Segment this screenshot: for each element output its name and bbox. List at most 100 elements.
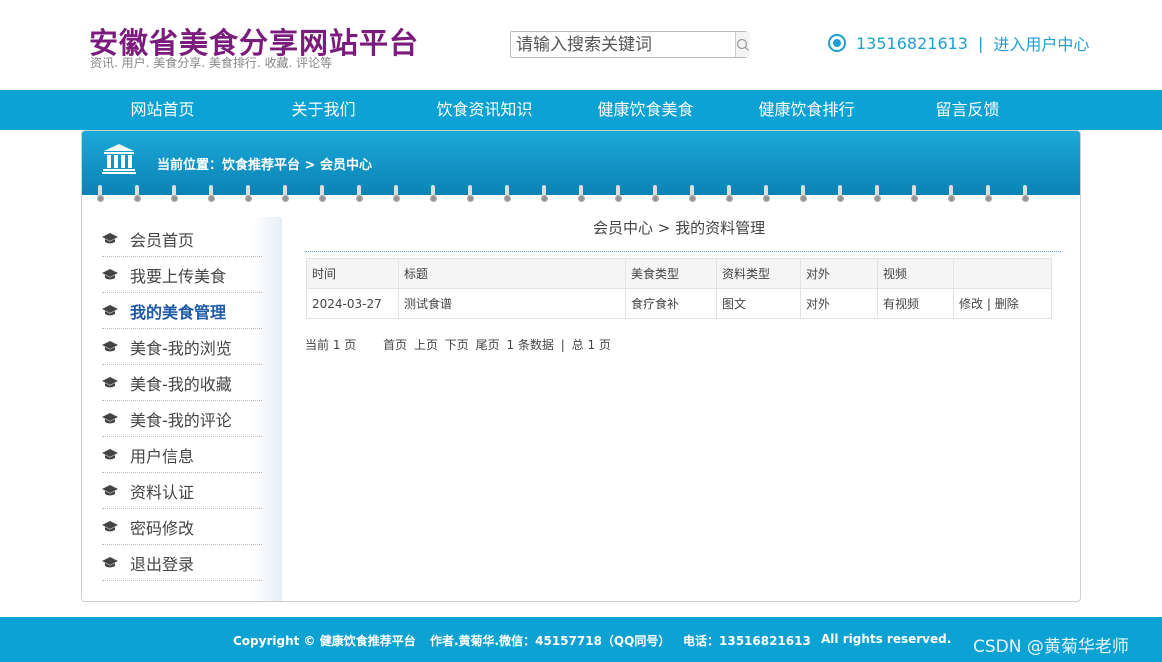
col-header-video: 视频 bbox=[877, 258, 954, 289]
sidebar-item-user-info[interactable]: 用户信息 bbox=[102, 437, 262, 473]
table-header-row: 时间 标题 美食类型 资料类型 对外 视频 bbox=[306, 258, 1052, 289]
member-panel: 当前位置：饮食推荐平台 > 会员中心 会员首页 我要上传美食 我的美食管理 美食-我的… bbox=[81, 130, 1081, 602]
watermark: CSDN @黄菊华老师 bbox=[973, 637, 1129, 657]
sidebar-item-label: 我的美食管理 bbox=[130, 302, 227, 322]
ring-decoration bbox=[504, 185, 511, 205]
ring-decoration bbox=[689, 185, 696, 205]
col-header-public: 对外 bbox=[800, 258, 878, 289]
table-row: 2024-03-27 测试食谱 食疗食补 图文 对外 有视频 修改 | 删除 bbox=[306, 288, 1052, 319]
ring-decoration bbox=[800, 185, 807, 205]
ring-decoration bbox=[837, 185, 844, 205]
nav-item-food[interactable]: 健康饮食美食 bbox=[565, 90, 726, 130]
ring-decoration bbox=[726, 185, 733, 205]
graduation-cap-icon bbox=[102, 448, 118, 459]
bank-building-icon bbox=[102, 144, 136, 174]
nav-item-feedback[interactable]: 留言反馈 bbox=[887, 90, 1048, 130]
sidebar-item-my-food-manage[interactable]: 我的美食管理 bbox=[102, 293, 262, 329]
sidebar-item-my-favorites[interactable]: 美食-我的收藏 bbox=[102, 365, 262, 401]
footer-author: 作者.黄菊华.微信：45157718（QQ同号） bbox=[430, 634, 671, 648]
sidebar-item-my-browse[interactable]: 美食-我的浏览 bbox=[102, 329, 262, 365]
action-separator: | bbox=[986, 297, 991, 311]
site-subtitle: 资讯. 用户. 美食分享. 美食排行. 收藏. 评论等 bbox=[90, 56, 333, 70]
ring-decoration bbox=[1022, 185, 1029, 205]
sidebar-item-logout[interactable]: 退出登录 bbox=[102, 545, 262, 581]
breadcrumb: 当前位置：饮食推荐平台 > 会员中心 bbox=[157, 158, 372, 173]
ring-decoration bbox=[208, 185, 215, 205]
sidebar-item-change-password[interactable]: 密码修改 bbox=[102, 509, 262, 545]
header-separator: | bbox=[977, 33, 984, 53]
cell-food-type: 食疗食补 bbox=[625, 288, 717, 319]
pager-separator: | bbox=[560, 338, 565, 352]
pager-last[interactable]: 尾页 bbox=[476, 338, 500, 352]
ring-decoration bbox=[282, 185, 289, 205]
graduation-cap-icon bbox=[102, 268, 118, 279]
pager-next[interactable]: 下页 bbox=[445, 338, 469, 352]
sidebar-item-upload-food[interactable]: 我要上传美食 bbox=[102, 257, 262, 293]
sidebar-item-label: 退出登录 bbox=[130, 554, 195, 574]
col-header-title: 标题 bbox=[398, 258, 626, 289]
graduation-cap-icon bbox=[102, 412, 118, 423]
cell-title: 测试食谱 bbox=[398, 288, 626, 319]
col-header-food-type: 美食类型 bbox=[625, 258, 717, 289]
ring-decoration bbox=[578, 185, 585, 205]
pager-first[interactable]: 首页 bbox=[383, 338, 407, 352]
ring-decoration bbox=[763, 185, 770, 205]
delete-link[interactable]: 删除 bbox=[995, 297, 1019, 311]
sidebar-item-label: 资料认证 bbox=[130, 482, 195, 502]
sidebar-item-my-comments[interactable]: 美食-我的评论 bbox=[102, 401, 262, 437]
notebook-rings bbox=[82, 185, 1080, 207]
data-table: 时间 标题 美食类型 资料类型 对外 视频 2024-03-27 测试食谱 食疗… bbox=[306, 258, 1052, 319]
header-contact: 13516821613 | 进入用户中心 bbox=[828, 31, 1089, 55]
cell-actions: 修改 | 删除 bbox=[953, 288, 1052, 319]
graduation-cap-icon bbox=[102, 484, 118, 495]
graduation-cap-icon bbox=[102, 376, 118, 387]
search-input[interactable] bbox=[511, 32, 735, 57]
pager-count: 1 条数据 bbox=[506, 338, 554, 352]
sidebar-item-member-home[interactable]: 会员首页 bbox=[102, 221, 262, 257]
cell-public: 对外 bbox=[800, 288, 878, 319]
graduation-cap-icon bbox=[102, 304, 118, 315]
ring-decoration bbox=[948, 185, 955, 205]
content-divider bbox=[305, 251, 1061, 252]
ring-decoration bbox=[171, 185, 178, 205]
cell-data-type: 图文 bbox=[716, 288, 801, 319]
nav-item-ranking[interactable]: 健康饮食排行 bbox=[726, 90, 887, 130]
sidebar-item-label: 我要上传美食 bbox=[130, 266, 227, 286]
ring-decoration bbox=[985, 185, 992, 205]
ring-decoration bbox=[652, 185, 659, 205]
pagination: 当前 1 页 首页 上页 下页 尾页 1 条数据 | 总 1 页 bbox=[305, 336, 614, 353]
search-button[interactable] bbox=[735, 32, 750, 57]
cell-video: 有视频 bbox=[877, 288, 954, 319]
graduation-cap-icon bbox=[102, 520, 118, 531]
ring-decoration bbox=[430, 185, 437, 205]
ring-decoration bbox=[134, 185, 141, 205]
sidebar-item-label: 密码修改 bbox=[130, 518, 195, 538]
graduation-cap-icon bbox=[102, 340, 118, 351]
graduation-cap-icon bbox=[102, 556, 118, 567]
ring-decoration bbox=[356, 185, 363, 205]
edit-link[interactable]: 修改 bbox=[959, 297, 983, 311]
content-title: 会员中心 > 我的资料管理 bbox=[593, 219, 766, 237]
col-header-time: 时间 bbox=[306, 258, 399, 289]
nav-item-about[interactable]: 关于我们 bbox=[243, 90, 404, 130]
ring-decoration bbox=[393, 185, 400, 205]
ring-decoration bbox=[874, 185, 881, 205]
header-phone: 13516821613 bbox=[856, 33, 968, 53]
sidebar-item-data-verify[interactable]: 资料认证 bbox=[102, 473, 262, 509]
sidebar-item-label: 美食-我的浏览 bbox=[130, 338, 232, 358]
cell-time: 2024-03-27 bbox=[306, 288, 399, 319]
pager-prev[interactable]: 上页 bbox=[414, 338, 438, 352]
pager-current: 当前 1 页 bbox=[305, 338, 357, 352]
col-header-actions bbox=[953, 258, 1052, 289]
search-box bbox=[510, 31, 750, 58]
user-center-link[interactable]: 进入用户中心 bbox=[993, 31, 1089, 55]
footer-rights: All rights reserved. bbox=[821, 632, 952, 646]
footer-phone: 电话：13516821613 bbox=[683, 634, 811, 648]
nav-item-news[interactable]: 饮食资讯知识 bbox=[404, 90, 565, 130]
sidebar-item-label: 用户信息 bbox=[130, 446, 195, 466]
sidebar-item-label: 美食-我的收藏 bbox=[130, 374, 232, 394]
site-footer: Copyright © 健康饮食推荐平台 作者.黄菊华.微信：45157718（… bbox=[0, 617, 1162, 662]
ring-decoration bbox=[467, 185, 474, 205]
nav-item-home[interactable]: 网站首页 bbox=[82, 90, 243, 130]
ring-decoration bbox=[615, 185, 622, 205]
